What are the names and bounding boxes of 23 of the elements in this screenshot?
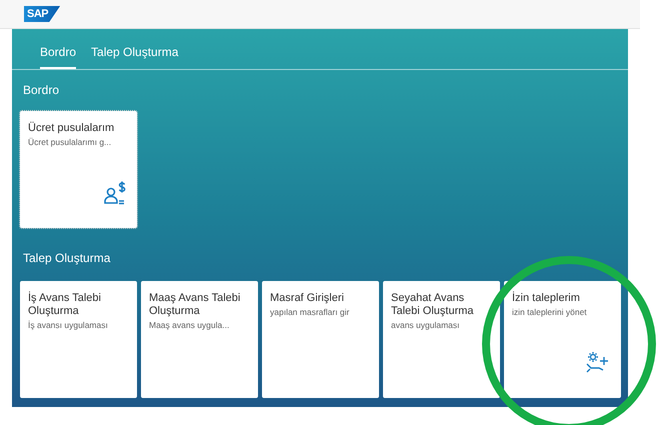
tile-subtitle: Maaş avans uygula... [149, 320, 230, 330]
app-tile[interactable]: Seyahat Avans Talebi Oluşturma avans uygulaması [383, 281, 500, 398]
tile-subtitle: yapılan masrafları gir [270, 307, 350, 317]
section-title: Bordro [22, 82, 60, 99]
tile-title: Maaş Avans Talebi Oluşturma [149, 292, 242, 318]
tile-title: Masraf Girişleri [270, 292, 345, 305]
logo[interactable]: SAP [24, 6, 60, 22]
tile-title: İş Avans Talebi Oluşturma [28, 292, 102, 318]
person-dollar-icon [103, 181, 127, 205]
app-tile[interactable]: İş Avans Talebi Oluşturma İş avansı uygulaması [20, 281, 137, 398]
tile-title: İzin taleplerim [512, 292, 581, 305]
tile-subtitle: izin taleplerini yönet [512, 307, 588, 317]
tile-subtitle: avans uygulaması [391, 320, 461, 330]
tile-subtitle: Ücret pusulalarımı g... [28, 137, 112, 147]
sun-lounger-plus-icon [585, 351, 611, 375]
tile-title: Ücret pusulalarım [28, 122, 116, 135]
app-tile[interactable]: Masraf Girişleri yapılan masrafları gir [262, 281, 379, 398]
tile-subtitle: İş avansı uygulaması [28, 320, 109, 330]
section-title: Talep Oluşturma [22, 250, 112, 267]
tile-title: Seyahat Avans Talebi Oluşturma [391, 292, 475, 318]
app-tile[interactable]: Maaş Avans Talebi Oluşturma Maaş avans uygula... [141, 281, 258, 398]
app-tile[interactable]: İzin taleplerim izin taleplerini yönet [504, 281, 621, 398]
app-tile[interactable]: Ücret pusulalarım Ücret pusulalarımı g... [20, 111, 137, 228]
